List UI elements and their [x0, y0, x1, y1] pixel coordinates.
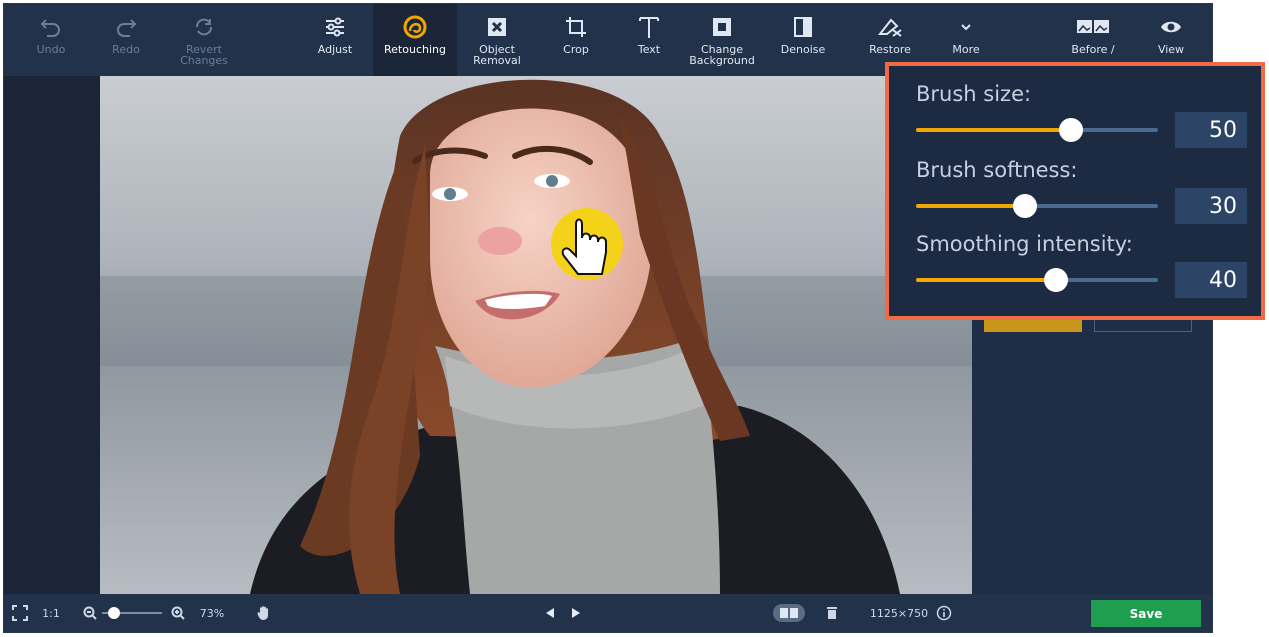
- brush-softness-slider[interactable]: [916, 194, 1158, 218]
- zoom-in-icon: [171, 606, 185, 620]
- object-removal-label: Object Removal: [473, 43, 521, 67]
- before-after-label: Before /: [1071, 43, 1115, 56]
- brush-settings-callout: Brush size: 50 Brush softness: 30 Smooth…: [885, 62, 1265, 320]
- denoise-label: Denoise: [780, 43, 826, 56]
- fullscreen-button[interactable]: [8, 594, 32, 632]
- delete-button[interactable]: [822, 594, 842, 632]
- compare-button[interactable]: [770, 594, 808, 632]
- restore-icon: [877, 14, 903, 40]
- view-label: View: [1157, 43, 1185, 56]
- bottom-bar: 1:1 73% 1125×750 Save: [4, 594, 1212, 632]
- text-icon: [637, 14, 661, 40]
- before-after-icon: [1076, 14, 1110, 40]
- portrait-photo: [100, 76, 972, 594]
- redo-label: Redo: [112, 43, 140, 56]
- retouching-icon: [402, 14, 428, 40]
- triangle-left-icon: [546, 608, 554, 618]
- brush-softness-label: Brush softness:: [916, 158, 1078, 182]
- crop-label: Crop: [563, 43, 589, 56]
- actual-size-button[interactable]: 1:1: [38, 594, 64, 632]
- previous-image-button[interactable]: [540, 594, 560, 632]
- crop-icon: [564, 14, 588, 40]
- zoom-out-button[interactable]: [80, 594, 100, 632]
- redo-button[interactable]: Redo: [88, 4, 164, 76]
- text-label: Text: [637, 43, 661, 56]
- change-background-button[interactable]: Change Background: [682, 4, 762, 76]
- brush-size-fill: [916, 128, 1071, 132]
- smoothing-intensity-knob[interactable]: [1044, 268, 1069, 292]
- zoom-out-icon: [83, 606, 97, 620]
- info-icon: [936, 605, 952, 621]
- image-dimensions: 1125×750: [869, 606, 929, 620]
- text-button[interactable]: Text: [618, 4, 680, 76]
- denoise-button[interactable]: Denoise: [768, 4, 838, 76]
- zoom-percent: 73%: [199, 606, 225, 620]
- more-label: More: [952, 43, 980, 56]
- change-background-label: Change Background: [689, 43, 755, 67]
- brush-softness-value[interactable]: 30: [1175, 188, 1247, 224]
- info-button[interactable]: [934, 594, 954, 632]
- brush-softness-knob[interactable]: [1012, 194, 1037, 218]
- object-removal-icon: [486, 14, 508, 40]
- revert-changes-button[interactable]: Revert Changes: [162, 4, 246, 76]
- zoom-in-button[interactable]: [168, 594, 188, 632]
- denoise-icon: [792, 14, 814, 40]
- brush-size-knob[interactable]: [1058, 118, 1083, 142]
- adjust-label: Adjust: [317, 43, 353, 56]
- photo-canvas[interactable]: [100, 76, 972, 594]
- brush-size-slider[interactable]: [916, 118, 1158, 142]
- zoom-slider[interactable]: [100, 594, 164, 632]
- undo-icon: [39, 14, 63, 40]
- brush-size-label: Brush size:: [916, 82, 1032, 106]
- smoothing-intensity-label: Smoothing intensity:: [916, 232, 1133, 256]
- undo-label: Undo: [36, 43, 66, 56]
- smoothing-intensity-slider[interactable]: [916, 268, 1158, 292]
- zoom-slider-knob[interactable]: [108, 607, 120, 619]
- crop-button[interactable]: Crop: [544, 4, 608, 76]
- revert-label: Revert Changes: [180, 43, 228, 67]
- retouching-button[interactable]: Retouching: [373, 4, 457, 76]
- change-background-icon: [711, 14, 733, 40]
- object-removal-button[interactable]: Object Removal: [461, 4, 533, 76]
- revert-icon: [192, 14, 216, 40]
- smoothing-intensity-fill: [916, 278, 1057, 282]
- adjust-icon: [323, 14, 347, 40]
- redo-icon: [114, 14, 138, 40]
- triangle-right-icon: [572, 608, 580, 618]
- smoothing-intensity-value[interactable]: 40: [1175, 262, 1247, 298]
- retouching-label: Retouching: [384, 43, 446, 56]
- restore-label: Restore: [869, 43, 911, 56]
- next-image-button[interactable]: [566, 594, 586, 632]
- undo-button[interactable]: Undo: [10, 4, 92, 76]
- brush-softness-fill: [916, 204, 1025, 208]
- brush-size-value[interactable]: 50: [1175, 112, 1247, 148]
- trash-icon: [827, 607, 837, 619]
- hand-icon: [257, 606, 268, 620]
- fullscreen-icon: [12, 605, 28, 621]
- left-margin: [4, 76, 100, 594]
- save-button[interactable]: Save: [1091, 600, 1201, 627]
- eye-icon: [1160, 14, 1182, 40]
- adjust-button[interactable]: Adjust: [300, 4, 370, 76]
- before-after-small-icon: [780, 608, 798, 618]
- chevron-down-icon: [959, 14, 973, 40]
- hand-tool-button[interactable]: [252, 594, 276, 632]
